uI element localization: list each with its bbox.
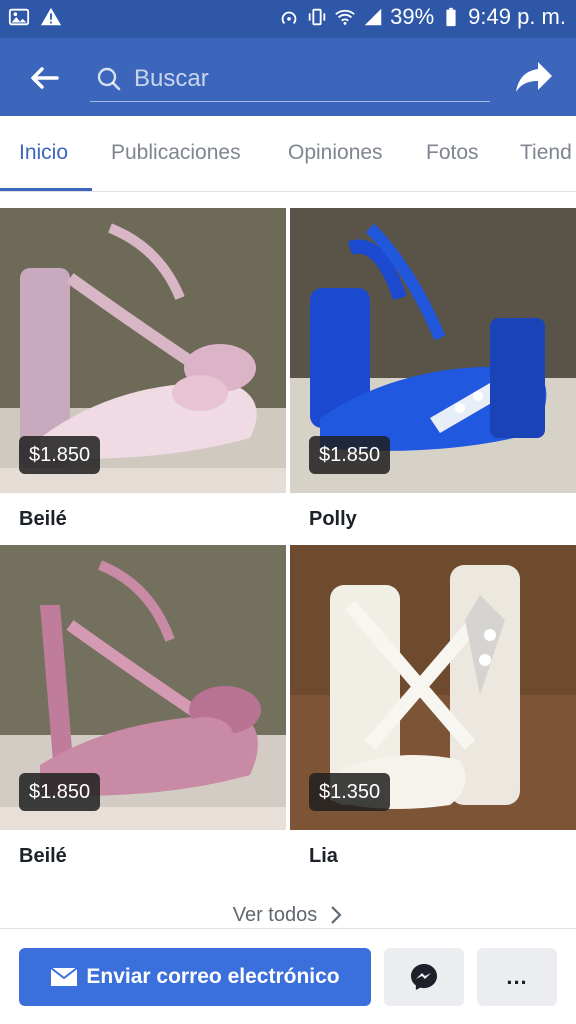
status-bar: 39% 9:49 p. m. <box>0 0 576 38</box>
product-grid: $1.850 Beilé $1.850 Polly $1.850 Beilé $… <box>0 200 576 920</box>
tab-inicio[interactable]: Inicio <box>19 141 68 165</box>
tab-tienda[interactable]: Tiend <box>520 141 572 165</box>
active-tab-indicator <box>0 188 92 191</box>
see-all-label: Ver todos <box>232 903 318 926</box>
product-name: Beilé <box>19 845 67 867</box>
messenger-icon <box>411 964 437 990</box>
search-input[interactable] <box>134 64 474 93</box>
share-icon <box>516 62 552 92</box>
messenger-button[interactable] <box>384 948 464 1006</box>
send-email-button[interactable]: Enviar correo electrónico <box>19 948 371 1006</box>
app-bar <box>0 38 576 116</box>
product-card[interactable]: $1.350 Lia <box>290 537 576 873</box>
see-all-link[interactable]: Ver todos <box>0 900 576 930</box>
search-box[interactable] <box>90 56 490 102</box>
send-email-label: Enviar correo electrónico <box>86 965 340 988</box>
hotspot-icon <box>278 6 300 28</box>
tab-bar: Inicio Publicaciones Opiniones Fotos Tie… <box>0 116 576 192</box>
product-card[interactable]: $1.850 Polly <box>290 200 576 536</box>
bottom-action-bar: Enviar correo electrónico ... <box>0 928 576 1024</box>
vibrate-icon <box>306 6 328 28</box>
image-icon <box>8 6 30 28</box>
signal-icon <box>362 6 384 28</box>
battery-icon <box>440 6 462 28</box>
product-card[interactable]: $1.850 Beilé <box>0 537 286 873</box>
tab-opiniones[interactable]: Opiniones <box>288 141 383 165</box>
battery-percentage: 39% <box>390 4 435 29</box>
price-badge: $1.850 <box>19 436 101 474</box>
envelope-icon <box>50 967 78 986</box>
tab-publicaciones[interactable]: Publicaciones <box>111 141 241 165</box>
more-options-button[interactable]: ... <box>477 948 557 1006</box>
status-left-icons <box>8 6 62 28</box>
status-right-icons: 39% 9:49 p. m. <box>278 4 566 30</box>
arrow-left-icon <box>31 67 59 89</box>
price-badge: $1.850 <box>309 436 391 474</box>
product-name: Lia <box>309 845 338 867</box>
wifi-icon <box>334 6 356 28</box>
clock: 9:49 p. m. <box>468 4 566 29</box>
product-name: Polly <box>309 508 357 530</box>
tab-fotos[interactable]: Fotos <box>426 141 479 165</box>
warning-icon <box>40 6 62 28</box>
share-button[interactable] <box>512 56 556 100</box>
product-name: Beilé <box>19 508 67 530</box>
price-badge: $1.350 <box>309 773 391 811</box>
chevron-right-icon <box>331 906 342 924</box>
price-badge: $1.850 <box>19 773 101 811</box>
back-button[interactable] <box>22 58 66 98</box>
product-card[interactable]: $1.850 Beilé <box>0 200 286 536</box>
search-icon <box>94 64 124 94</box>
